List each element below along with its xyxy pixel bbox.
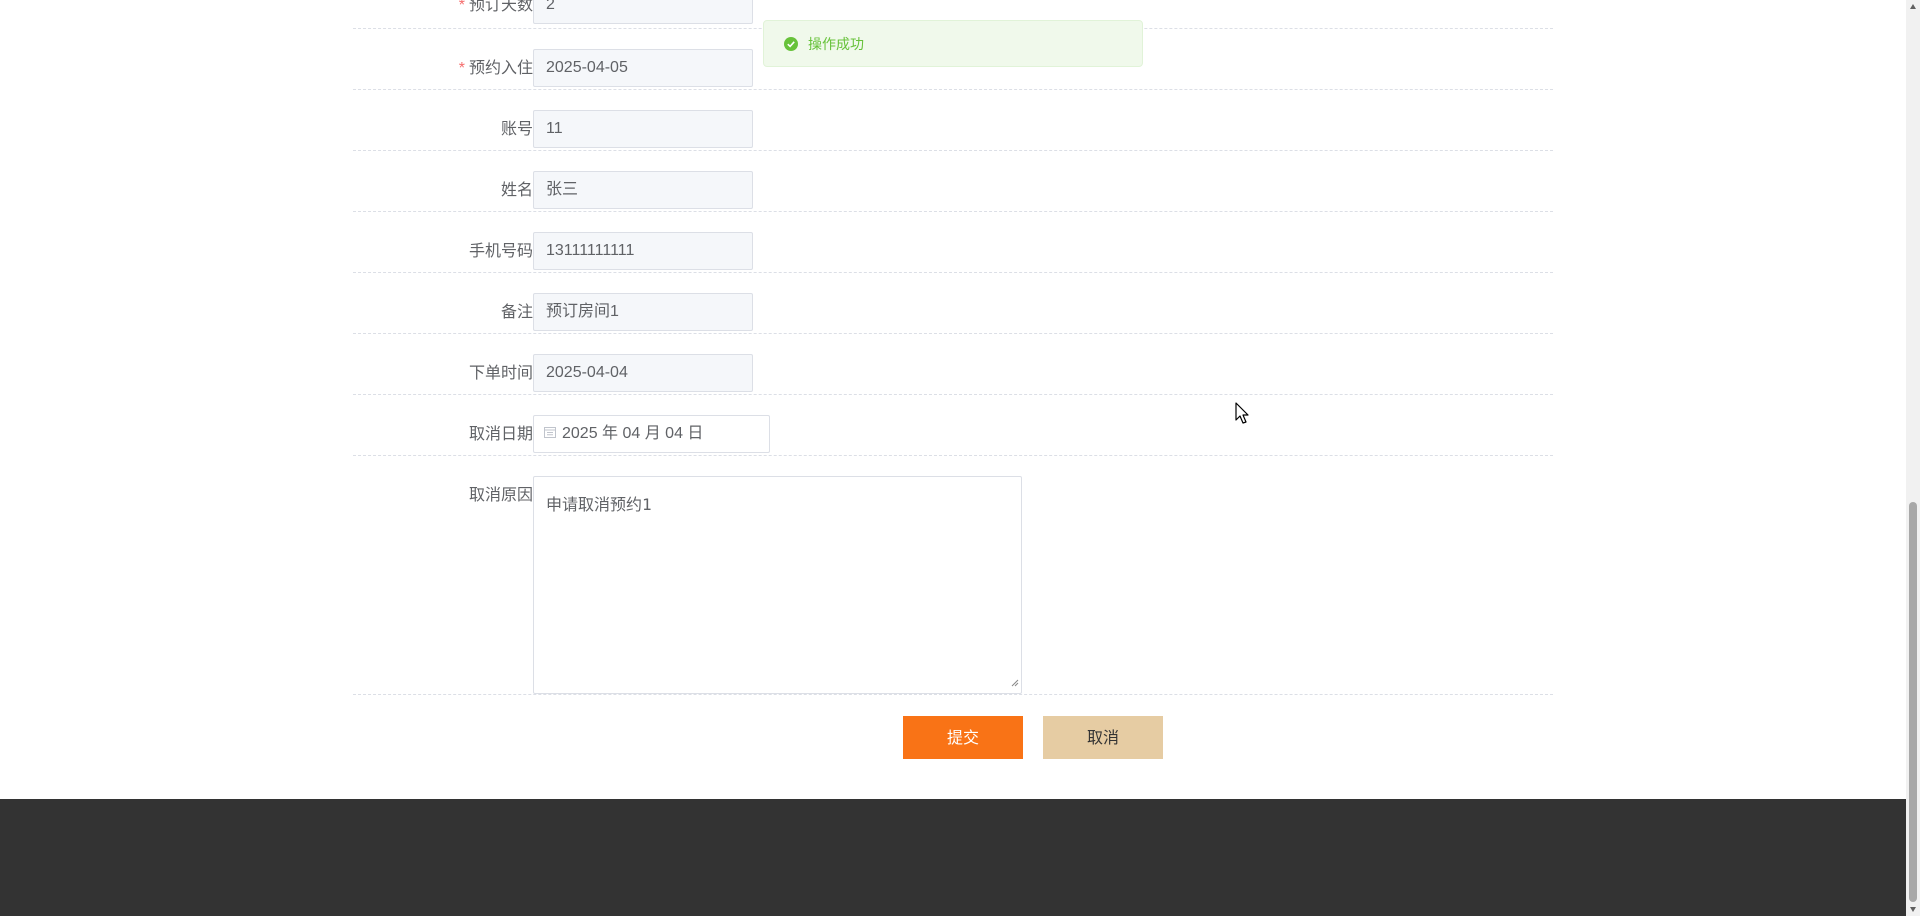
required-mark: * bbox=[458, 60, 465, 77]
remark-label: 备注 bbox=[500, 304, 533, 321]
account-field[interactable]: 11 bbox=[533, 110, 753, 148]
cancel-button[interactable]: 取消 bbox=[1043, 716, 1163, 759]
calendar-icon bbox=[544, 416, 556, 452]
scroll-down-arrow-icon[interactable] bbox=[1909, 905, 1917, 913]
submit-button[interactable]: 提交 bbox=[903, 716, 1023, 759]
cancel-date-picker[interactable]: 2025 年 04 月 04 日 bbox=[533, 415, 770, 453]
phone-field[interactable]: 13111111111 bbox=[533, 232, 753, 270]
scroll-up-arrow-icon[interactable] bbox=[1909, 3, 1917, 11]
form-row-phone: 手机号码 13111111111 bbox=[353, 211, 1553, 273]
booking-days-label: * 预订天数 bbox=[373, 0, 533, 26]
toast-message: 操作成功 bbox=[808, 35, 864, 52]
account-label: 账号 bbox=[500, 121, 533, 138]
resize-grip-icon[interactable] bbox=[1011, 672, 1019, 691]
form-row-remark: 备注 预订房间1 bbox=[353, 272, 1553, 334]
cancel-date-label: 取消日期 bbox=[468, 426, 533, 443]
checkin-date-label: * 预约入住 bbox=[458, 60, 533, 77]
form-row-cancel-date: 取消日期 2025 年 04 月 04 日 bbox=[353, 394, 1553, 456]
cancel-reason-textarea[interactable]: 申请取消预约1 bbox=[533, 476, 1022, 694]
vertical-scrollbar[interactable] bbox=[1906, 0, 1920, 916]
mouse-pointer-icon bbox=[1235, 402, 1249, 424]
required-mark: * bbox=[458, 0, 465, 14]
success-toast: 操作成功 bbox=[763, 20, 1143, 67]
cancel-date-value: 2025 年 04 月 04 日 bbox=[562, 425, 704, 442]
page-footer bbox=[0, 799, 1906, 916]
phone-label: 手机号码 bbox=[468, 243, 533, 260]
order-time-field[interactable]: 2025-04-04 bbox=[533, 354, 753, 392]
form-row-name: 姓名 张三 bbox=[353, 150, 1553, 212]
order-time-label: 下单时间 bbox=[468, 365, 533, 382]
form-row-account: 账号 11 bbox=[353, 89, 1553, 151]
name-label: 姓名 bbox=[500, 182, 533, 199]
success-check-icon bbox=[784, 36, 798, 51]
checkin-date-field[interactable]: 2025-04-05 bbox=[533, 49, 753, 87]
cancel-reason-text: 申请取消预约1 bbox=[546, 495, 652, 514]
remark-field[interactable]: 预订房间1 bbox=[533, 293, 753, 331]
scrollbar-thumb[interactable] bbox=[1909, 502, 1917, 902]
name-field[interactable]: 张三 bbox=[533, 171, 753, 209]
cancel-reason-label: 取消原因 bbox=[468, 487, 533, 504]
booking-days-field[interactable]: 2 bbox=[533, 0, 753, 24]
form-row-order-time: 下单时间 2025-04-04 bbox=[353, 333, 1553, 395]
